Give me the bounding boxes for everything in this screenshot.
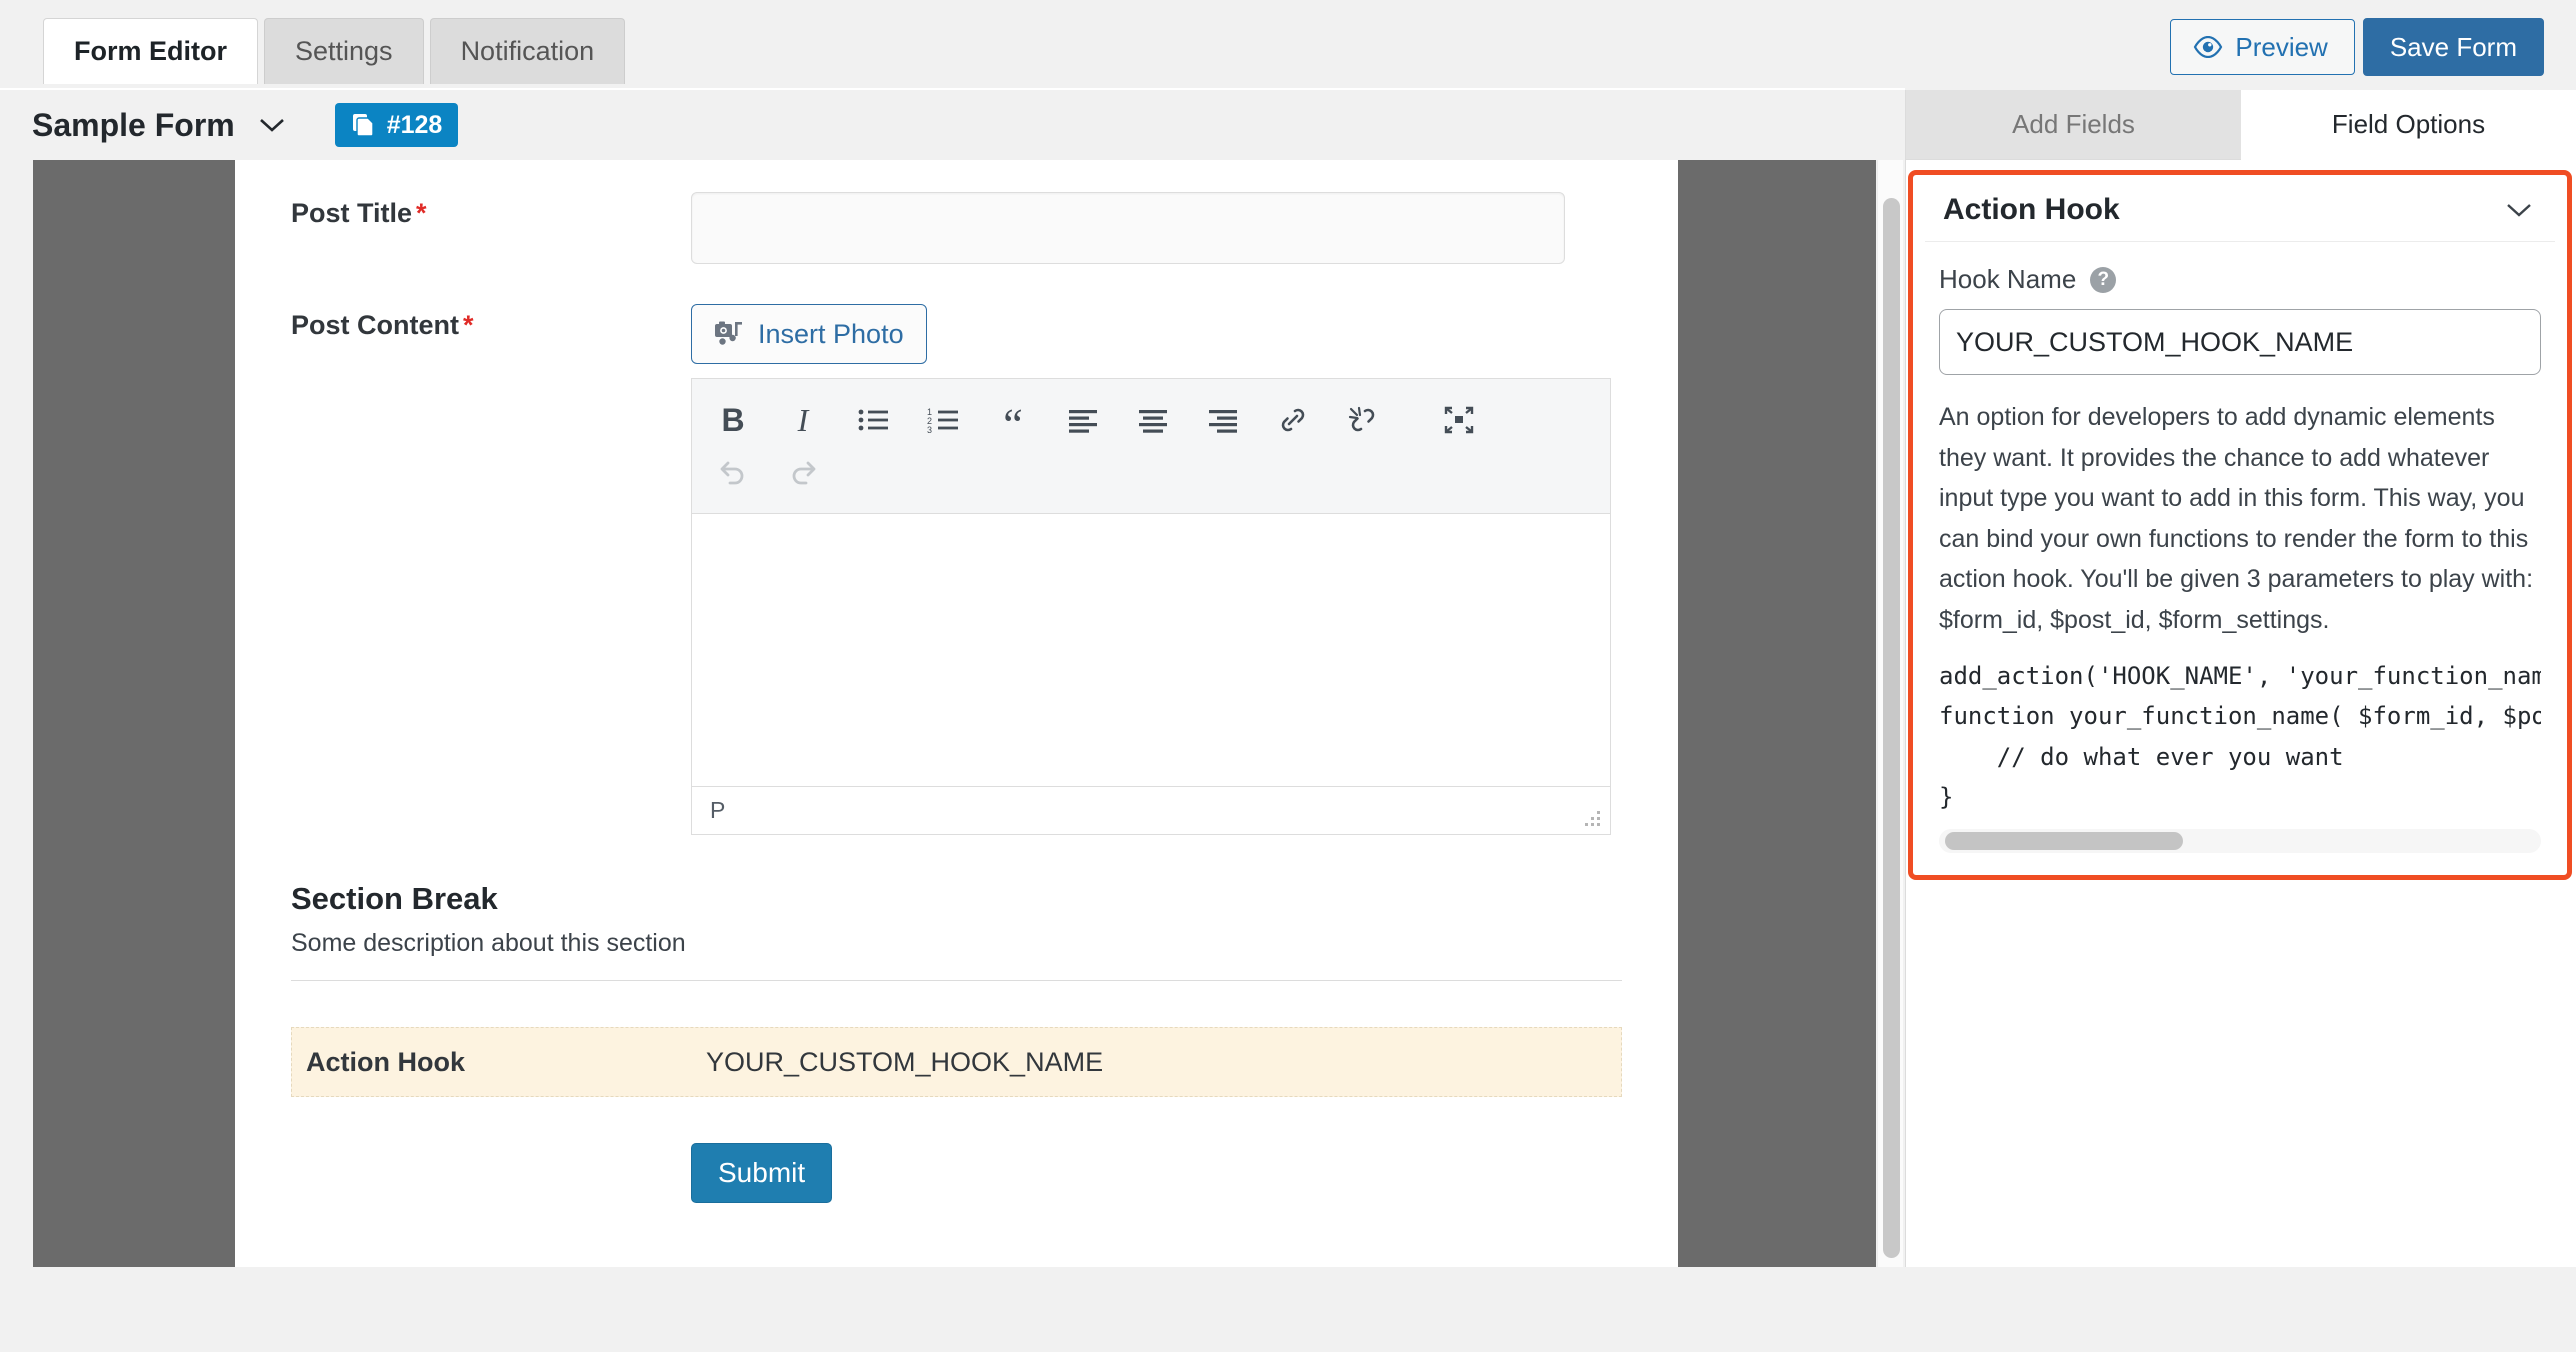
form-builder-app: Form Editor Settings Notification Previe… xyxy=(0,0,2576,1352)
action-hook-row-label: Action Hook xyxy=(306,1046,465,1077)
editor-status-bar: P xyxy=(692,786,1610,834)
post-title-label: Post Title * xyxy=(291,192,691,229)
form-preview-panel: Post Title * Post Content * Insert Photo… xyxy=(33,160,1876,1267)
editor-toolbar-row-2 xyxy=(710,447,1592,501)
tab-field-options[interactable]: Field Options xyxy=(2241,90,2576,160)
preview-button-label: Preview xyxy=(2235,31,2328,62)
field-options-panel: Add Fields Field Options Action Hook Hoo… xyxy=(1905,90,2576,1267)
section-break-description: Some description about this section xyxy=(291,929,686,957)
numbered-list-icon[interactable]: 1 2 3 xyxy=(920,397,966,443)
hook-name-input[interactable] xyxy=(1939,309,2541,375)
hook-name-label-row: Hook Name ? xyxy=(1939,264,2541,295)
align-left-icon[interactable] xyxy=(1060,397,1106,443)
required-asterisk: * xyxy=(416,198,427,228)
code-sample-scrollbar-thumb[interactable] xyxy=(1945,832,2183,851)
main-tabs: Form Editor Settings Notification xyxy=(43,18,626,84)
help-icon[interactable]: ? xyxy=(2090,266,2117,293)
tab-settings[interactable]: Settings xyxy=(264,18,424,84)
form-title-dropdown-button[interactable] xyxy=(257,115,287,135)
required-asterisk: * xyxy=(463,310,474,340)
submit-row: Submit xyxy=(235,1143,1678,1203)
post-title-input[interactable] xyxy=(691,192,1565,264)
form-card: Post Title * Post Content * Insert Photo… xyxy=(235,160,1678,1267)
insert-link-icon[interactable] xyxy=(1270,397,1316,443)
post-content-label: Post Content * xyxy=(291,304,691,341)
top-bar: Form Editor Settings Notification Previe… xyxy=(0,0,2576,90)
rich-text-editor: B I 1 2 3 “ P xyxy=(691,378,1611,835)
action-hook-field-row[interactable]: Action Hook YOUR_CUSTOM_HOOK_NAME xyxy=(291,1027,1622,1097)
chevron-down-icon xyxy=(257,115,287,135)
editor-element-path: P xyxy=(710,797,726,823)
shortcode-badge[interactable]: #128 xyxy=(334,103,459,147)
panel-tabs: Add Fields Field Options xyxy=(1906,90,2576,160)
action-hook-options-header: Action Hook xyxy=(1925,175,2555,242)
insert-photo-button[interactable]: Insert Photo xyxy=(691,304,927,364)
chevron-down-icon xyxy=(2505,201,2533,219)
action-hook-options-title: Action Hook xyxy=(1943,193,2120,226)
resize-handle-icon[interactable] xyxy=(1581,807,1603,829)
eye-icon xyxy=(2193,36,2223,58)
post-title-control xyxy=(691,192,1622,264)
code-sample-text: add_action('HOOK_NAME', 'your_function_n… xyxy=(1939,662,2541,811)
action-hook-description: An option for developers to add dynamic … xyxy=(1939,403,2534,634)
action-hook-code-sample: add_action('HOOK_NAME', 'your_function_n… xyxy=(1939,656,2541,854)
save-form-label: Save Form xyxy=(2389,31,2517,62)
italic-icon[interactable]: I xyxy=(780,397,826,443)
align-center-icon[interactable] xyxy=(1130,397,1176,443)
top-bar-actions: Preview Save Form xyxy=(2170,18,2544,76)
editor-content-area[interactable] xyxy=(692,514,1610,786)
photo-icon xyxy=(714,320,744,348)
align-right-icon[interactable] xyxy=(1200,397,1246,443)
tab-form-editor[interactable]: Form Editor xyxy=(43,18,258,84)
undo-icon[interactable] xyxy=(710,451,756,497)
field-row-post-content[interactable]: Post Content * Insert Photo B I 1 2 3 “ … xyxy=(235,264,1678,835)
action-hook-options-card: Action Hook Hook Name ? An option for de… xyxy=(1908,170,2572,881)
section-break-field[interactable]: Section Break Some description about thi… xyxy=(235,881,1678,981)
field-row-post-title[interactable]: Post Title * xyxy=(235,160,1678,264)
bold-icon[interactable]: B xyxy=(710,397,756,443)
copy-icon xyxy=(351,112,377,138)
action-hook-row-value: YOUR_CUSTOM_HOOK_NAME xyxy=(706,1046,1104,1077)
form-preview-scrollbar-thumb[interactable] xyxy=(1883,198,1900,1258)
hook-name-label-text: Hook Name xyxy=(1939,264,2077,294)
fullscreen-icon[interactable] xyxy=(1436,397,1482,443)
preview-button[interactable]: Preview xyxy=(2170,19,2355,75)
redo-icon[interactable] xyxy=(780,451,826,497)
editor-toolbar: B I 1 2 3 “ xyxy=(692,379,1610,514)
page-title: Sample Form xyxy=(32,106,235,143)
submit-button[interactable]: Submit xyxy=(691,1143,833,1203)
form-title-row: Sample Form #128 xyxy=(0,90,1905,160)
form-preview-scrollbar[interactable] xyxy=(1877,160,1903,1267)
section-break-divider xyxy=(291,980,1622,981)
code-sample-scrollbar[interactable] xyxy=(1939,829,2541,854)
remove-link-icon[interactable] xyxy=(1340,397,1386,443)
insert-photo-label: Insert Photo xyxy=(758,318,904,349)
action-hook-options-body: Hook Name ? An option for developers to … xyxy=(1913,242,2567,854)
blockquote-icon[interactable]: “ xyxy=(990,397,1036,447)
post-content-control: Insert Photo B I 1 2 3 “ P xyxy=(691,304,1622,835)
post-title-label-text: Post Title xyxy=(291,198,413,228)
shortcode-label: #128 xyxy=(386,110,443,139)
post-content-label-text: Post Content xyxy=(291,310,459,340)
tab-notification[interactable]: Notification xyxy=(429,18,626,84)
collapse-panel-button[interactable] xyxy=(2505,201,2533,219)
tab-add-fields[interactable]: Add Fields xyxy=(1906,90,2241,160)
section-break-title: Section Break xyxy=(291,881,498,916)
svg-text:3: 3 xyxy=(927,425,932,434)
bulleted-list-icon[interactable] xyxy=(850,397,896,443)
editor-toolbar-row-1: B I 1 2 3 “ xyxy=(710,393,1592,447)
save-form-button[interactable]: Save Form xyxy=(2362,18,2544,76)
